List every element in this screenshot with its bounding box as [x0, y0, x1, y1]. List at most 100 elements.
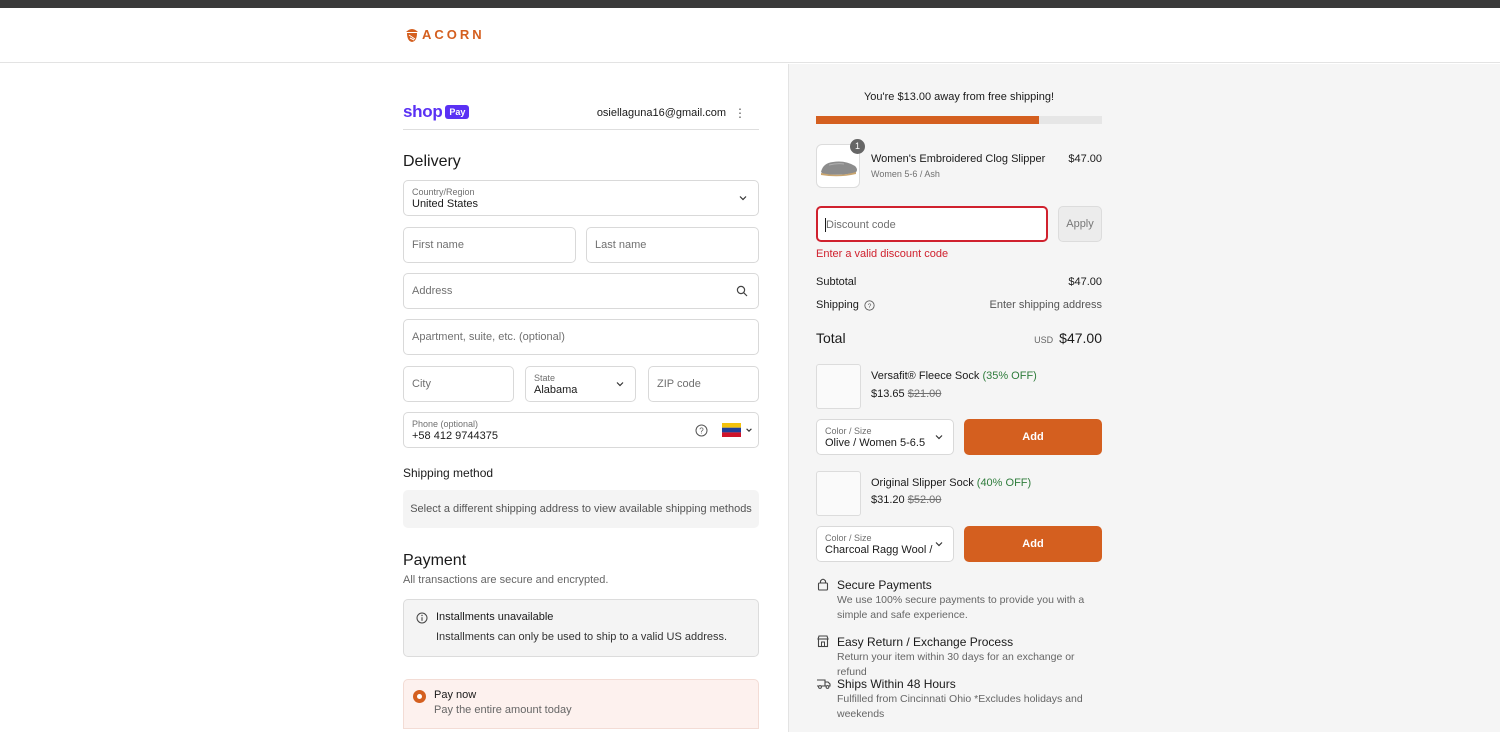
more-options-icon[interactable]: ⋮ — [734, 106, 746, 120]
delivery-title: Delivery — [403, 153, 461, 170]
country-value: United States — [412, 198, 479, 210]
pay-now-option[interactable]: Pay now Pay the entire amount today — [403, 679, 759, 729]
phone-label: Phone (optional) — [412, 419, 479, 429]
discount-placeholder: Discount code — [826, 219, 896, 231]
trust-title: Ships Within 48 Hours — [837, 677, 956, 691]
acorn-icon — [406, 29, 418, 42]
svg-text:?: ? — [867, 302, 871, 309]
total-row: USD $47.00 — [1034, 330, 1102, 346]
shipping-method-title: Shipping method — [403, 466, 494, 480]
product-price: $47.00 — [1068, 153, 1102, 165]
upsell-discount: (40% OFF) — [976, 477, 1032, 489]
progress-fill — [816, 116, 1040, 124]
upsell-price: $31.20 — [871, 494, 905, 506]
chevron-down-icon — [739, 196, 747, 201]
trust-title: Easy Return / Exchange Process — [837, 635, 1014, 649]
store-icon — [817, 635, 829, 648]
variant-label: Color / Size — [825, 426, 872, 436]
chevron-down-icon — [616, 382, 624, 387]
pay-now-title: Pay now — [434, 689, 477, 701]
state-label: State — [534, 373, 556, 383]
apply-button[interactable]: Apply — [1058, 206, 1102, 242]
variant-value: Charcoal Ragg Wool / ... — [825, 544, 933, 556]
trust-text: Fulfilled from Cincinnati Ohio *Excludes… — [837, 693, 1083, 720]
upsell-name: Versafit® Fleece Sock — [871, 370, 980, 382]
shipping-row: Shipping ? — [816, 299, 875, 311]
zip-field[interactable]: ZIP code — [648, 366, 759, 402]
last-name-field[interactable]: Last name — [586, 227, 759, 263]
apartment-placeholder: Apartment, suite, etc. (optional) — [412, 331, 565, 343]
total-value: $47.00 — [1059, 330, 1102, 346]
upsell-variant-select[interactable]: Color / Size Olive / Women 5-6.5 — [816, 419, 954, 455]
shop-pay-badge: Pay — [445, 105, 470, 119]
order-summary: You're $13.00 away from free shipping! 1… — [788, 64, 1500, 732]
address-placeholder: Address — [412, 285, 453, 297]
total-label: Total — [816, 330, 846, 346]
checkout-form: shop Pay osiellaguna16@gmail.com ⋮ Deliv… — [0, 64, 788, 732]
search-icon — [736, 285, 748, 297]
total-currency: USD — [1034, 335, 1054, 345]
lock-icon — [817, 578, 829, 591]
shop-pay-shop: shop — [403, 102, 443, 121]
truck-icon — [817, 679, 831, 689]
apartment-field[interactable]: Apartment, suite, etc. (optional) — [403, 319, 759, 355]
last-name-placeholder: Last name — [595, 239, 647, 251]
upsell-thumbnail — [816, 471, 861, 516]
upsell-price-row: $13.65 $21.00 — [871, 388, 941, 400]
state-select[interactable]: State Alabama — [525, 366, 636, 402]
divider — [403, 129, 759, 130]
upsell-name-row: Original Slipper Sock (40% OFF) — [871, 477, 1031, 489]
chevron-down-icon — [935, 435, 943, 440]
upsell-original-price: $52.00 — [907, 494, 942, 506]
pay-now-text: Pay the entire amount today — [434, 704, 572, 716]
add-upsell-button[interactable]: Add — [964, 419, 1102, 455]
installments-notice: Installments unavailable Installments ca… — [403, 599, 759, 657]
shop-pay-logo: shop Pay — [403, 102, 470, 122]
product-name: Women's Embroidered Clog Slipper — [871, 153, 1046, 165]
shipping-method-notice: Select a different shipping address to v… — [403, 490, 759, 528]
venezuela-flag-icon — [722, 423, 741, 437]
zip-placeholder: ZIP code — [657, 378, 701, 390]
svg-text:?: ? — [699, 426, 704, 435]
first-name-placeholder: First name — [412, 239, 464, 251]
shipping-label: Shipping — [816, 299, 859, 311]
product-variant: Women 5-6 / Ash — [871, 169, 940, 179]
city-field[interactable]: City — [403, 366, 514, 402]
subtotal-value: $47.00 — [1068, 276, 1102, 288]
upsell-name: Original Slipper Sock — [871, 477, 974, 489]
shipping-value: Enter shipping address — [989, 299, 1102, 311]
trust-text: We use 100% secure payments to provide y… — [837, 594, 1085, 621]
address-field[interactable]: Address — [403, 273, 759, 309]
add-upsell-button[interactable]: Add — [964, 526, 1102, 562]
chevron-down-icon — [746, 428, 752, 432]
upsell-original-price: $21.00 — [907, 388, 942, 400]
upsell-variant-select[interactable]: Color / Size Charcoal Ragg Wool / ... — [816, 526, 954, 562]
subtotal-label: Subtotal — [816, 276, 857, 288]
top-bar — [0, 0, 1500, 8]
trust-text: Return your item within 30 days for an e… — [837, 651, 1075, 678]
first-name-field[interactable]: First name — [403, 227, 576, 263]
country-label: Country/Region — [412, 187, 475, 197]
discount-code-field[interactable]: Discount code — [816, 206, 1048, 242]
header: ACORN — [0, 8, 1500, 63]
help-icon[interactable]: ? — [864, 299, 875, 311]
state-value: Alabama — [534, 384, 578, 396]
help-icon[interactable]: ? — [695, 424, 708, 437]
country-select[interactable]: Country/Region United States — [403, 180, 759, 216]
discount-error: Enter a valid discount code — [816, 248, 949, 260]
phone-field[interactable]: Phone (optional) +58 412 9744375 ? — [403, 412, 759, 448]
info-icon — [416, 612, 428, 624]
upsell-price: $13.65 — [871, 388, 905, 400]
variant-value: Olive / Women 5-6.5 — [825, 437, 926, 449]
quantity-badge: 1 — [850, 139, 865, 154]
country-code-select[interactable] — [722, 423, 753, 437]
brand-logo[interactable]: ACORN — [403, 25, 485, 43]
payment-title: Payment — [403, 552, 467, 569]
chevron-down-icon — [935, 542, 943, 547]
phone-value: +58 412 9744375 — [412, 430, 498, 442]
upsell-discount: (35% OFF) — [982, 370, 1037, 382]
upsell-thumbnail — [816, 364, 861, 409]
pay-now-radio[interactable] — [413, 690, 426, 703]
city-placeholder: City — [412, 378, 431, 390]
account-email[interactable]: osiellaguna16@gmail.com ⋮ — [597, 106, 746, 120]
